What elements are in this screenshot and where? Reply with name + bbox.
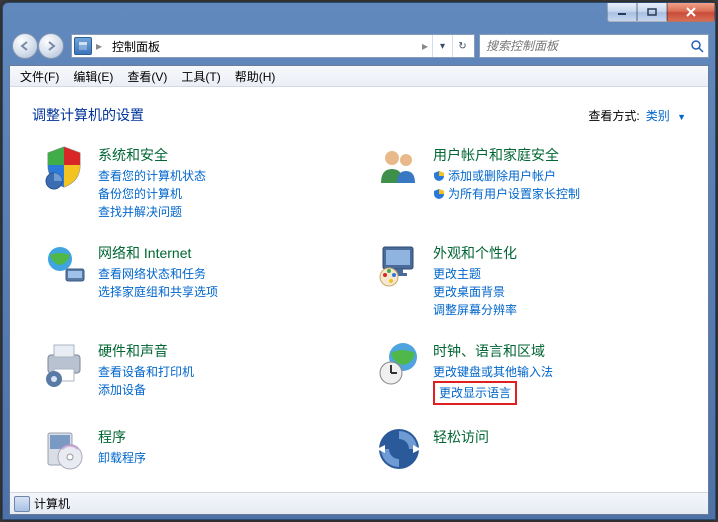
link-parental-controls[interactable]: 为所有用户设置家长控制	[433, 185, 580, 203]
menu-file[interactable]: 文件(F)	[14, 66, 65, 87]
link-network-status[interactable]: 查看网络状态和任务	[98, 265, 218, 283]
category-title[interactable]: 外观和个性化	[433, 243, 517, 263]
search-box[interactable]	[479, 34, 709, 58]
clock-globe-icon[interactable]	[375, 339, 423, 387]
link-view-status[interactable]: 查看您的计算机状态	[98, 167, 206, 185]
link-troubleshoot[interactable]: 查找并解决问题	[98, 203, 206, 221]
uac-shield-icon	[433, 188, 445, 200]
category-title[interactable]: 程序	[98, 427, 146, 447]
navigation-row: ▸ 控制面板 ▸ ▾ ↻	[9, 29, 709, 63]
globe-network-icon[interactable]	[40, 241, 88, 289]
view-mode-value: 类别	[646, 109, 670, 123]
address-text: 控制面板	[106, 38, 418, 55]
category-title[interactable]: 时钟、语言和区域	[433, 341, 553, 361]
category-title[interactable]: 网络和 Internet	[98, 243, 218, 263]
uac-shield-icon	[433, 170, 445, 182]
link-add-remove-user[interactable]: 添加或删除用户帐户	[433, 167, 580, 185]
chevron-down-icon: ▼	[677, 112, 686, 122]
maximize-icon	[647, 8, 657, 16]
header-row: 调整计算机的设置 查看方式: 类别 ▼	[32, 105, 686, 125]
link-add-device[interactable]: 添加设备	[98, 381, 194, 399]
link-change-background[interactable]: 更改桌面背景	[433, 283, 517, 301]
title-bar	[3, 3, 715, 27]
menu-view[interactable]: 查看(V)	[121, 66, 173, 87]
link-change-keyboard[interactable]: 更改键盘或其他输入法	[433, 363, 553, 381]
category-appearance: 外观和个性化 更改主题 更改桌面背景 调整屏幕分辨率	[375, 241, 686, 319]
shield-icon[interactable]	[40, 143, 88, 191]
chevron-right-icon: ▸	[418, 39, 432, 53]
category-title[interactable]: 硬件和声音	[98, 341, 194, 361]
window-frame: ▸ 控制面板 ▸ ▾ ↻ 文件(F) 编辑(E) 查看(V) 工具(T) 帮助(…	[2, 2, 716, 520]
category-ease-of-access: 轻松访问	[375, 425, 686, 473]
disc-box-icon[interactable]	[40, 425, 88, 473]
category-grid: 系统和安全 查看您的计算机状态 备份您的计算机 查找并解决问题	[32, 143, 686, 473]
search-input[interactable]	[484, 38, 690, 54]
link-devices-printers[interactable]: 查看设备和打印机	[98, 363, 194, 381]
menu-bar: 文件(F) 编辑(E) 查看(V) 工具(T) 帮助(H)	[10, 66, 708, 87]
link-change-theme[interactable]: 更改主题	[433, 265, 517, 283]
computer-icon	[14, 496, 30, 512]
search-icon[interactable]	[690, 39, 704, 53]
category-hardware: 硬件和声音 查看设备和打印机 添加设备	[40, 339, 351, 405]
category-title[interactable]: 系统和安全	[98, 145, 206, 165]
category-system-security: 系统和安全 查看您的计算机状态 备份您的计算机 查找并解决问题	[40, 143, 351, 221]
category-user-accounts: 用户帐户和家庭安全 添加或删除用户帐户 为所有用户设置家长控制	[375, 143, 686, 221]
back-button[interactable]	[12, 33, 38, 59]
users-icon[interactable]	[375, 143, 423, 191]
printer-icon[interactable]	[40, 339, 88, 387]
menu-edit[interactable]: 编辑(E)	[67, 66, 119, 87]
status-bar: 计算机	[10, 492, 708, 514]
category-title[interactable]: 轻松访问	[433, 427, 489, 447]
address-dropdown[interactable]: ▾	[432, 35, 452, 57]
link-backup[interactable]: 备份您的计算机	[98, 185, 206, 203]
forward-button[interactable]	[38, 33, 64, 59]
close-icon	[685, 7, 697, 17]
category-network: 网络和 Internet 查看网络状态和任务 选择家庭组和共享选项	[40, 241, 351, 319]
page-title: 调整计算机的设置	[32, 105, 588, 125]
category-title[interactable]: 用户帐户和家庭安全	[433, 145, 580, 165]
category-clock-language: 时钟、语言和区域 更改键盘或其他输入法 更改显示语言	[375, 339, 686, 405]
category-programs: 程序 卸载程序	[40, 425, 351, 473]
address-bar[interactable]: ▸ 控制面板 ▸ ▾ ↻	[71, 34, 475, 58]
monitor-palette-icon[interactable]	[375, 241, 423, 289]
chevron-right-icon: ▸	[92, 39, 106, 53]
refresh-button[interactable]: ↻	[452, 35, 472, 57]
content-area: 文件(F) 编辑(E) 查看(V) 工具(T) 帮助(H) 调整计算机的设置 查…	[9, 65, 709, 515]
arrow-right-icon	[45, 40, 57, 52]
link-change-display-language[interactable]: 更改显示语言	[433, 381, 553, 405]
ease-access-icon[interactable]	[375, 425, 423, 473]
link-screen-resolution[interactable]: 调整屏幕分辨率	[433, 301, 517, 319]
view-mode-dropdown[interactable]: 类别 ▼	[646, 107, 686, 124]
view-label: 查看方式:	[588, 107, 639, 124]
highlight-box: 更改显示语言	[433, 381, 517, 405]
maximize-button[interactable]	[637, 3, 667, 22]
arrow-left-icon	[19, 40, 31, 52]
menu-tools[interactable]: 工具(T)	[175, 66, 226, 87]
menu-help[interactable]: 帮助(H)	[229, 66, 282, 87]
status-text: 计算机	[34, 495, 70, 512]
minimize-icon	[617, 8, 627, 16]
minimize-button[interactable]	[607, 3, 637, 22]
main-panel: 调整计算机的设置 查看方式: 类别 ▼	[10, 87, 708, 492]
control-panel-icon	[74, 37, 92, 55]
nav-buttons	[9, 32, 67, 60]
window-controls	[607, 3, 715, 22]
close-button[interactable]	[667, 3, 715, 22]
link-homegroup[interactable]: 选择家庭组和共享选项	[98, 283, 218, 301]
link-uninstall[interactable]: 卸载程序	[98, 449, 146, 467]
